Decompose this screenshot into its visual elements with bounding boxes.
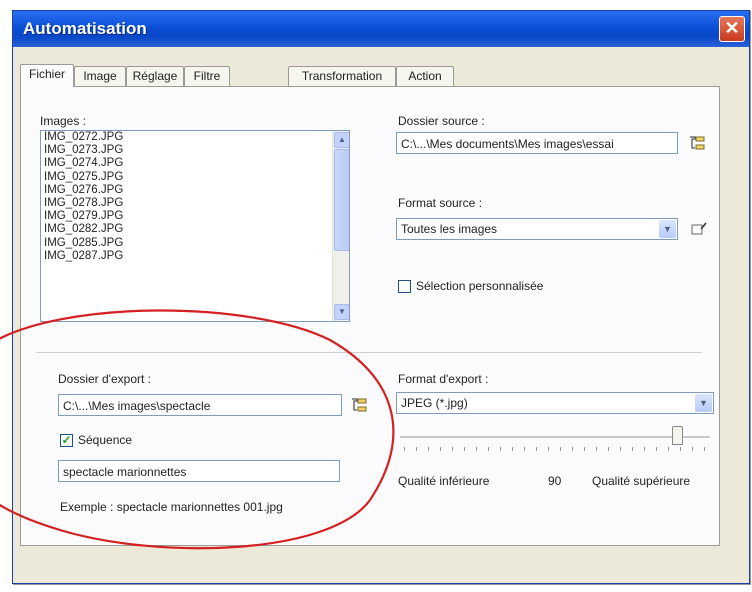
folder-tree-icon[interactable] xyxy=(350,397,368,413)
images-scrollbar[interactable]: ▲ ▼ xyxy=(332,131,349,321)
source-format-select[interactable]: Toutes les images ▼ xyxy=(396,218,678,240)
source-folder-label: Dossier source : xyxy=(398,114,485,128)
chevron-down-icon[interactable]: ▼ xyxy=(695,394,712,412)
list-item[interactable]: IMG_0287.JPG xyxy=(41,250,349,263)
list-item[interactable]: IMG_0279.JPG xyxy=(41,210,349,223)
tab-reglage[interactable]: Réglage xyxy=(126,66,184,86)
source-folder-field[interactable]: C:\...\Mes documents\Mes images\essai xyxy=(396,132,678,154)
list-item[interactable]: IMG_0272.JPG xyxy=(41,131,349,144)
list-item[interactable]: IMG_0275.JPG xyxy=(41,171,349,184)
quality-value: 90 xyxy=(548,474,562,488)
list-item[interactable]: IMG_0285.JPG xyxy=(41,237,349,250)
folder-tree-icon[interactable] xyxy=(688,135,706,151)
tab-transformation[interactable]: Transformation xyxy=(288,66,396,86)
scroll-thumb[interactable] xyxy=(334,149,349,251)
close-icon: ✕ xyxy=(724,18,740,38)
images-label: Images : xyxy=(40,114,87,128)
source-format-value: Toutes les images xyxy=(401,222,498,236)
list-item[interactable]: IMG_0276.JPG xyxy=(41,184,349,197)
custom-selection-checkbox[interactable] xyxy=(398,280,411,293)
format-edit-icon[interactable] xyxy=(690,221,708,237)
list-item[interactable]: IMG_0282.JPG xyxy=(41,223,349,236)
source-format-label: Format source : xyxy=(398,196,483,210)
export-format-select[interactable]: JPEG (*.jpg) ▼ xyxy=(396,392,714,414)
images-list[interactable]: IMG_0272.JPG IMG_0273.JPG IMG_0274.JPG I… xyxy=(40,130,350,322)
export-folder-label: Dossier d'export : xyxy=(58,372,151,386)
quality-high-label: Qualité supérieure xyxy=(592,474,691,488)
sequence-example-text: Exemple : spectacle marionnettes 001.jpg xyxy=(60,500,283,514)
quality-slider-track[interactable] xyxy=(400,436,710,439)
quality-low-label: Qualité inférieure xyxy=(398,474,490,488)
check-icon: ✓ xyxy=(61,433,72,447)
tab-label: Filtre xyxy=(193,69,221,83)
export-folder-field[interactable]: C:\...\Mes images\spectacle xyxy=(58,394,342,416)
list-item[interactable]: IMG_0278.JPG xyxy=(41,197,349,210)
tab-action[interactable]: Action xyxy=(396,66,454,86)
tab-fichier[interactable]: Fichier xyxy=(20,64,74,87)
quality-slider-ticks xyxy=(404,447,708,451)
tab-label: Fichier xyxy=(28,67,65,81)
export-format-label: Format d'export : xyxy=(398,372,489,386)
scroll-down-button[interactable]: ▼ xyxy=(334,304,349,320)
tab-image[interactable]: Image xyxy=(74,66,126,86)
list-item[interactable]: IMG_0274.JPG xyxy=(41,157,349,170)
tab-label: Action xyxy=(408,69,442,83)
section-divider xyxy=(36,352,702,354)
chevron-down-icon[interactable]: ▼ xyxy=(659,220,676,238)
list-item[interactable]: IMG_0273.JPG xyxy=(41,144,349,157)
scroll-up-button[interactable]: ▲ xyxy=(334,132,349,148)
window-title: Automatisation xyxy=(23,19,147,38)
tab-label: Image xyxy=(83,69,117,83)
quality-slider-thumb[interactable] xyxy=(672,426,683,445)
sequence-checkbox[interactable]: ✓ xyxy=(60,434,73,447)
sequence-label: Séquence xyxy=(78,433,133,447)
export-format-value: JPEG (*.jpg) xyxy=(401,396,468,410)
close-button[interactable]: ✕ xyxy=(719,16,745,42)
tab-filtre[interactable]: Filtre xyxy=(184,66,230,86)
title-bar[interactable]: Automatisation ✕ xyxy=(13,11,749,47)
tab-label: Transformation xyxy=(301,69,383,83)
tab-label: Réglage xyxy=(132,69,178,83)
custom-selection-label: Sélection personnalisée xyxy=(416,279,544,293)
sequence-name-field[interactable]: spectacle marionnettes xyxy=(58,460,340,482)
